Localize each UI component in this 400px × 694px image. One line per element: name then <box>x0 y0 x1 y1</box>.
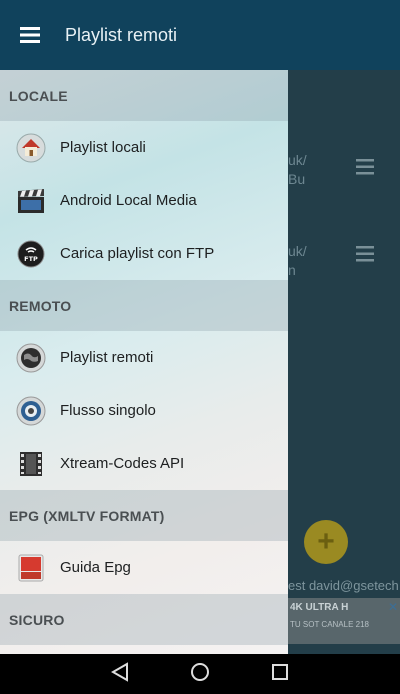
drawer-item-label: Guida Epg <box>60 559 131 576</box>
menu-icon[interactable] <box>356 159 374 180</box>
email-text: est david@gsetech <box>288 578 399 593</box>
clapperboard-icon <box>16 186 46 216</box>
app-bar: Playlist remoti <box>0 0 400 70</box>
section-header-remoto: REMOTO <box>0 280 288 331</box>
section-title: LOCALE <box>9 87 68 104</box>
ad-subtext: TU SOT CANALE 218 <box>290 620 369 629</box>
drawer-item-label: Flusso singolo <box>60 402 156 419</box>
row-text: uk/ <box>288 152 307 168</box>
ad-banner[interactable]: 4K ULTRA H TU SOT CANALE 218 ✕ <box>288 598 400 644</box>
drawer-item-xtream-codes[interactable]: Xtream-Codes API <box>0 437 288 490</box>
drawer-item-playlist-remoti[interactable]: Playlist remoti <box>0 331 288 384</box>
hamburger-icon[interactable] <box>0 0 60 70</box>
section-title: REMOTO <box>9 297 72 314</box>
row-text: Bu <box>288 171 306 187</box>
section-header-locale: LOCALE <box>0 70 288 121</box>
section-title: SICURO <box>9 611 65 628</box>
add-button[interactable]: + <box>304 520 348 564</box>
back-icon[interactable] <box>110 661 129 687</box>
section-title: EPG (XMLTV FORMAT) <box>9 507 165 524</box>
drawer-item-flusso-singolo[interactable]: Flusso singolo <box>0 384 288 437</box>
drawer-item-label: Carica playlist con FTP <box>60 245 215 262</box>
ad-headline: 4K ULTRA H <box>290 602 349 613</box>
globe-icon <box>16 343 46 373</box>
drawer-item-label: Xtream-Codes API <box>60 455 185 472</box>
navigation-drawer: LOCALE Playlist locali Android Local Med… <box>0 70 288 654</box>
close-icon[interactable]: ✕ <box>388 600 398 614</box>
menu-icon[interactable] <box>356 246 374 267</box>
drawer-item-label: Playlist remoti <box>60 349 154 366</box>
stream-icon <box>16 396 46 426</box>
row-text: n <box>288 262 296 278</box>
house-icon <box>16 133 46 163</box>
svg-text:FTP: FTP <box>24 255 38 263</box>
drawer-item-guida-epg[interactable]: Guida Epg <box>0 541 288 594</box>
section-header-epg: EPG (XMLTV FORMAT) <box>0 490 288 541</box>
page-title: Playlist remoti <box>65 24 178 45</box>
row-text: uk/ <box>288 243 307 259</box>
drawer-item-label: Android Local Media <box>60 192 197 209</box>
playlist-row[interactable]: uk/ Bu <box>288 145 400 205</box>
drawer-item-android-local-media[interactable]: Android Local Media <box>0 174 288 227</box>
ftp-icon: FTP <box>16 239 46 269</box>
drawer-item-label: Playlist locali <box>60 139 146 156</box>
drawer-item-ftp[interactable]: FTP Carica playlist con FTP <box>0 227 288 280</box>
system-nav-bar <box>0 654 400 694</box>
playlist-row[interactable]: uk/ n <box>288 240 400 300</box>
drawer-item-playlist-locali[interactable]: Playlist locali <box>0 121 288 174</box>
recents-icon[interactable] <box>271 663 289 686</box>
home-icon[interactable] <box>190 662 210 687</box>
tv-guide-icon <box>16 553 46 583</box>
film-reel-icon <box>16 449 46 479</box>
section-header-sicuro: SICURO <box>0 594 288 645</box>
